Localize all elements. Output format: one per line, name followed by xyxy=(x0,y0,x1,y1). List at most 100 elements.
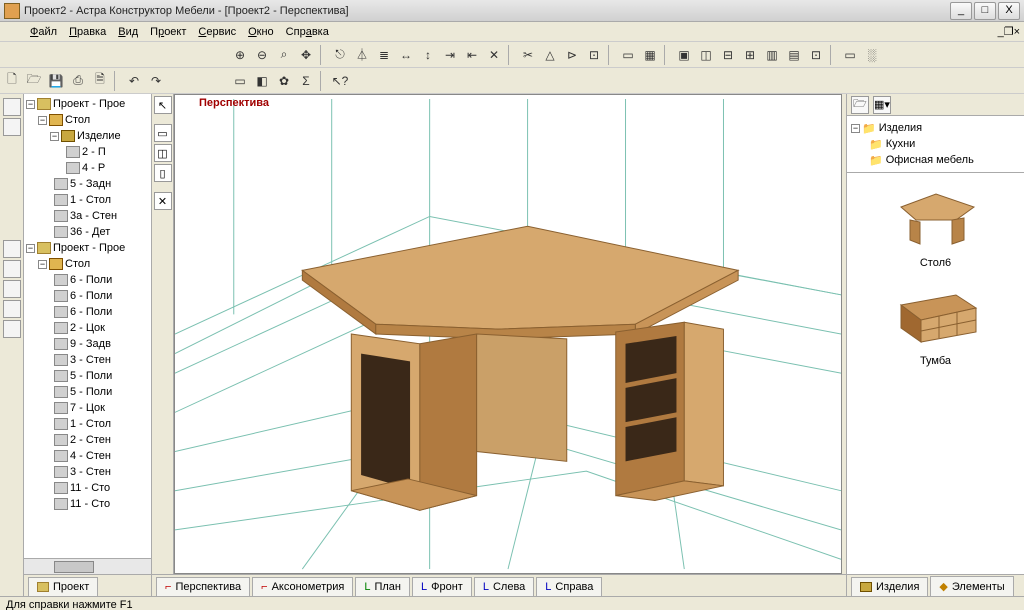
new-icon[interactable]: 🗋 xyxy=(2,71,22,91)
part-icon[interactable]: ◧ xyxy=(252,71,272,91)
tab-izdeliya[interactable]: Изделия xyxy=(851,577,928,596)
cursor-icon[interactable]: ↖ xyxy=(154,96,172,114)
open-folder-icon[interactable]: 🗁 xyxy=(851,96,869,114)
tool-6[interactable]: ⇥ xyxy=(440,45,460,65)
tab-elementy[interactable]: ◆Элементы xyxy=(930,576,1013,596)
tree-project-root[interactable]: −Проект - Прое xyxy=(24,96,151,112)
menu-service[interactable]: Сервис xyxy=(192,24,242,40)
project-tree[interactable]: −Проект - Прое −Стол −Изделие 2 - П 4 - … xyxy=(24,94,151,558)
open-icon[interactable]: 🗁 xyxy=(24,71,44,91)
catalog-folder[interactable]: 📁Кухни xyxy=(851,136,1020,152)
catalog-tree[interactable]: −📁Изделия 📁Кухни 📁Офисная мебель xyxy=(847,116,1024,173)
menu-project[interactable]: Проект xyxy=(144,24,192,40)
catalog-root[interactable]: −📁Изделия xyxy=(851,120,1020,136)
tree-part[interactable]: 2 - П xyxy=(24,144,151,160)
layout-5-icon[interactable]: ▥ xyxy=(762,45,782,65)
view-mode-icon[interactable]: ▦▾ xyxy=(873,96,891,114)
tree-part[interactable]: 3 - Стен xyxy=(24,464,151,480)
preview-icon[interactable]: 🗎 xyxy=(90,71,110,91)
tree-part[interactable]: 6 - Поли xyxy=(24,304,151,320)
catalog-item-stol6[interactable]: Стол6 xyxy=(851,177,1020,269)
layout-1-icon[interactable]: ▣ xyxy=(674,45,694,65)
tab-front[interactable]: LФронт xyxy=(412,577,472,596)
tree-part[interactable]: 6 - Поли xyxy=(24,288,151,304)
tree-hscroll[interactable] xyxy=(24,558,151,574)
tree-part[interactable]: 3 - Стен xyxy=(24,352,151,368)
menu-edit[interactable]: Правка xyxy=(63,24,112,40)
save-icon[interactable]: 💾 xyxy=(46,71,66,91)
print-icon[interactable]: ⎙ xyxy=(68,71,88,91)
tree-part[interactable]: 7 - Цок xyxy=(24,400,151,416)
tree-part[interactable]: 11 - Сто xyxy=(24,480,151,496)
tree-project-root-2[interactable]: −Проект - Прое xyxy=(24,240,151,256)
tab-perspective[interactable]: ⌐Перспектива xyxy=(156,577,250,596)
tree-part[interactable]: 2 - Цок xyxy=(24,320,151,336)
help-cursor-icon[interactable]: ↖? xyxy=(330,71,350,91)
gear-icon[interactable]: ✿ xyxy=(274,71,294,91)
close-button[interactable]: X xyxy=(998,2,1020,20)
tool-11[interactable]: ⊳ xyxy=(562,45,582,65)
viewport-3d[interactable]: Перспектива xyxy=(174,94,842,574)
menu-help[interactable]: Справка xyxy=(280,24,335,40)
sigma-icon[interactable]: Σ xyxy=(296,71,316,91)
tree-part[interactable]: 11 - Сто xyxy=(24,496,151,512)
panel-tool-icon[interactable]: ▯ xyxy=(154,164,172,182)
catalog-folder[interactable]: 📁Офисная мебель xyxy=(851,152,1020,168)
select-icon[interactable]: ▭ xyxy=(230,71,250,91)
tab-plan[interactable]: LПлан xyxy=(355,577,410,596)
tool-2[interactable]: ⏃ xyxy=(352,45,372,65)
tab-project[interactable]: Проект xyxy=(28,577,98,596)
tree-part[interactable]: 36 - Дет xyxy=(24,224,151,240)
tree-part[interactable]: 2 - Стен xyxy=(24,432,151,448)
tool-1[interactable]: ⎋ xyxy=(330,45,350,65)
tree-part[interactable]: 5 - Поли xyxy=(24,384,151,400)
catalog-item-tumba[interactable]: Тумба xyxy=(851,275,1020,367)
side-btn-3[interactable] xyxy=(3,240,21,258)
layout-3-icon[interactable]: ⊟ xyxy=(718,45,738,65)
tool-13[interactable]: ▭ xyxy=(618,45,638,65)
tree-part[interactable]: 3а - Стен xyxy=(24,208,151,224)
layout-7-icon[interactable]: ⊡ xyxy=(806,45,826,65)
layout-9-icon[interactable]: ░ xyxy=(862,45,882,65)
tree-stol-2[interactable]: −Стол xyxy=(24,256,151,272)
delete-tool-icon[interactable]: ✕ xyxy=(154,192,172,210)
tree-part[interactable]: 1 - Стол xyxy=(24,416,151,432)
catalog-thumbnails[interactable]: Стол6 Тумба xyxy=(847,173,1024,574)
side-btn-7[interactable] xyxy=(3,320,21,338)
tool-3[interactable]: ≣ xyxy=(374,45,394,65)
mdi-close-button[interactable]: × xyxy=(1014,26,1020,38)
tool-12[interactable]: ⊡ xyxy=(584,45,604,65)
tree-stol[interactable]: −Стол xyxy=(24,112,151,128)
side-btn-2[interactable] xyxy=(3,118,21,136)
maximize-button[interactable]: □ xyxy=(974,2,996,20)
tree-part[interactable]: 6 - Поли xyxy=(24,272,151,288)
minimize-button[interactable]: _ xyxy=(950,2,972,20)
tool-5[interactable]: ↕ xyxy=(418,45,438,65)
tool-7[interactable]: ⇤ xyxy=(462,45,482,65)
side-btn-5[interactable] xyxy=(3,280,21,298)
tool-9[interactable]: ✂ xyxy=(518,45,538,65)
tab-axonometry[interactable]: ⌐Аксонометрия xyxy=(252,577,353,596)
layout-4-icon[interactable]: ⊞ xyxy=(740,45,760,65)
rect-tool-icon[interactable]: ▭ xyxy=(154,124,172,142)
tree-izdelie[interactable]: −Изделие xyxy=(24,128,151,144)
tool-14[interactable]: ▦ xyxy=(640,45,660,65)
undo-icon[interactable]: ↶ xyxy=(124,71,144,91)
mdi-restore-button[interactable]: ❐ xyxy=(1004,25,1014,38)
redo-icon[interactable]: ↷ xyxy=(146,71,166,91)
side-btn-4[interactable] xyxy=(3,260,21,278)
layout-2-icon[interactable]: ◫ xyxy=(696,45,716,65)
zoom-out-icon[interactable]: ⊖ xyxy=(252,45,272,65)
tree-part[interactable]: 9 - Задв xyxy=(24,336,151,352)
tool-10[interactable]: △ xyxy=(540,45,560,65)
side-btn-1[interactable] xyxy=(3,98,21,116)
layout-6-icon[interactable]: ▤ xyxy=(784,45,804,65)
side-btn-6[interactable] xyxy=(3,300,21,318)
tree-part[interactable]: 5 - Задн xyxy=(24,176,151,192)
menu-window[interactable]: Окно xyxy=(242,24,280,40)
tree-part[interactable]: 5 - Поли xyxy=(24,368,151,384)
tree-part[interactable]: 4 - Р xyxy=(24,160,151,176)
tree-part[interactable]: 4 - Стен xyxy=(24,448,151,464)
tree-part[interactable]: 1 - Стол xyxy=(24,192,151,208)
layout-8-icon[interactable]: ▭ xyxy=(840,45,860,65)
